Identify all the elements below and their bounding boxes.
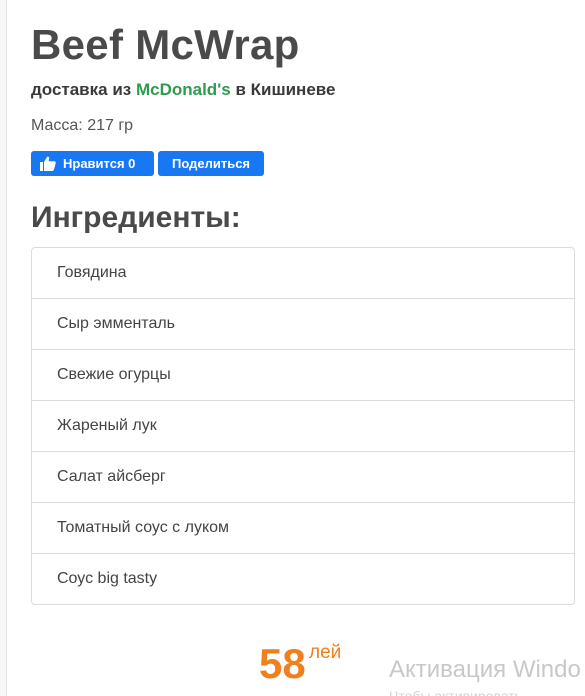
list-item: Жареный лук (32, 401, 574, 452)
delivery-city: в Кишиневе (235, 80, 336, 99)
list-item: Салат айсберг (32, 452, 574, 503)
windows-activation-subtext: Чтобы активировать (389, 688, 522, 696)
windows-activation-watermark: Активация Windo (389, 656, 581, 683)
list-item: Сыр эмменталь (32, 299, 574, 350)
delivery-prefix: доставка из (31, 80, 132, 99)
product-card: Beef McWrap доставка из McDonald's в Киш… (6, 0, 585, 696)
price: 58 лей (259, 640, 341, 688)
list-item: Томатный соус с луком (32, 503, 574, 554)
facebook-share-button[interactable]: Поделиться (158, 151, 264, 176)
page: Beef McWrap доставка из McDonald's в Киш… (0, 0, 585, 696)
product-title: Beef McWrap (31, 21, 300, 68)
restaurant-link[interactable]: McDonald's (136, 80, 231, 99)
like-label: Нравится 0 (63, 156, 136, 171)
list-item: Соус big tasty (57, 570, 158, 587)
thumbs-up-icon (40, 156, 56, 171)
facebook-like-button[interactable]: Нравится 0 (31, 151, 154, 176)
list-item: Говядина (32, 248, 574, 299)
price-currency: лей (309, 642, 342, 663)
delivery-info: доставка из McDonald's в Кишиневе (31, 80, 335, 100)
product-mass: Масса: 217 гр (31, 117, 134, 134)
ingredients-list: Говядина Сыр эмменталь Свежие огурцы Жар… (31, 247, 575, 605)
price-value: 58 (259, 640, 306, 687)
ingredients-heading: Ингредиенты: (31, 201, 241, 234)
list-item: Свежие огурцы (32, 350, 574, 401)
